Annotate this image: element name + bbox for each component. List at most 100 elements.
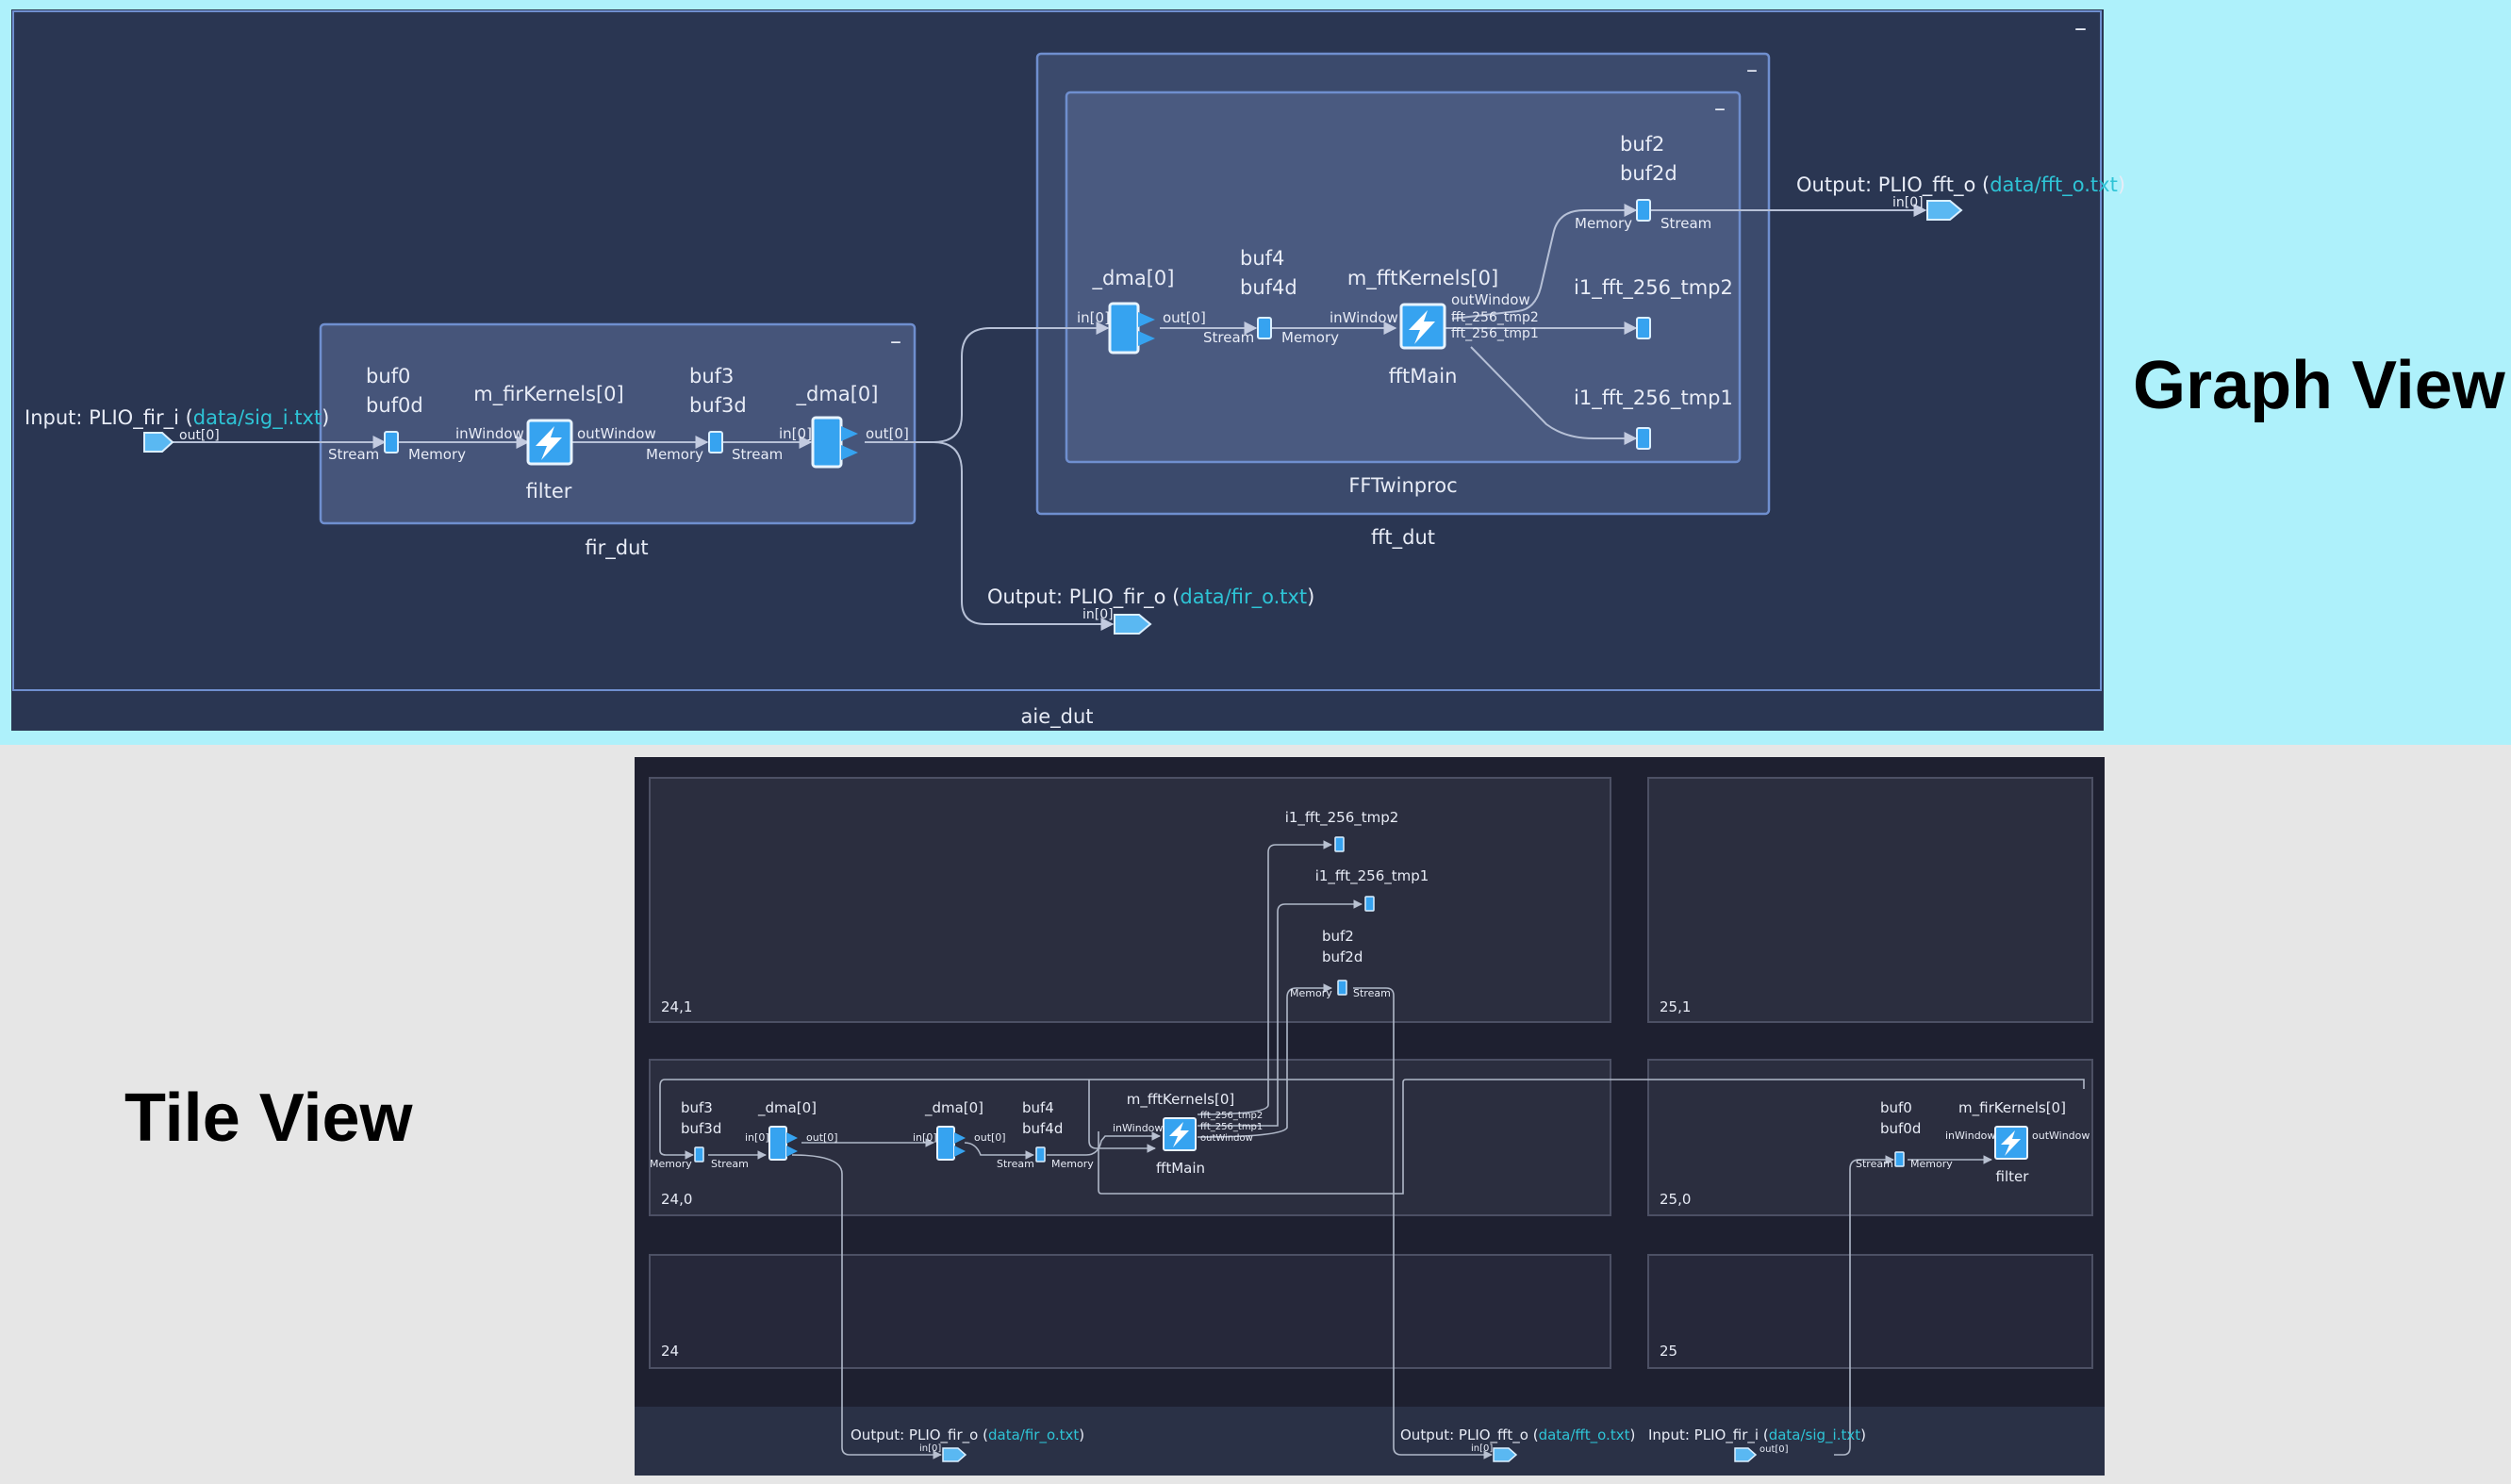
graph-fft-kernel-out1: outWindow	[1451, 291, 1530, 308]
graph-fft-kernel-name: m_fftKernels[0]	[1347, 267, 1498, 290]
tile-buf2d-name: buf2d	[1322, 948, 1363, 965]
tile-25-1[interactable]	[1647, 777, 2093, 1023]
tile-fft-kernel-func: fftMain	[1156, 1160, 1205, 1177]
tile-output-plio-fft-file-link[interactable]: data/fft_o.txt	[1539, 1426, 1630, 1444]
tile-dma1-out: out[0]	[806, 1131, 838, 1144]
tile-buf2-icon[interactable]	[1337, 980, 1347, 996]
tile-dma2-out: out[0]	[974, 1131, 1006, 1144]
graph-tmp1-name: i1_fft_256_tmp1	[1574, 387, 1733, 410]
output-plio-fir-file-link[interactable]: data/fir_o.txt	[1180, 585, 1307, 609]
tile-buf2-stream: Stream	[1353, 987, 1391, 999]
tile-dma2-in: in[0]	[913, 1131, 937, 1144]
tile-buf0-icon[interactable]	[1894, 1151, 1905, 1167]
fftwinproc-label: FFTwinproc	[1348, 474, 1457, 497]
tile-buf3-memory: Memory	[650, 1158, 692, 1170]
tile-buf3-stream: Stream	[711, 1158, 749, 1170]
tile-input-plio-fir-file-link[interactable]: data/sig_i.txt	[1769, 1426, 1861, 1444]
tile-output-plio-fir-file-link[interactable]: data/fir_o.txt	[988, 1426, 1079, 1444]
graph-buf3-stream: Stream	[732, 446, 783, 463]
fir-dut-collapse-icon[interactable]: –	[890, 328, 901, 355]
tile-buf3d-name: buf3d	[681, 1120, 721, 1137]
graph-buf3-icon[interactable]	[708, 431, 723, 453]
graph-tmp2-name: i1_fft_256_tmp2	[1574, 276, 1733, 300]
fftwinproc-collapse-icon[interactable]: –	[1714, 95, 1726, 122]
input-plio-fir-port: out[0]	[179, 428, 220, 443]
tile-fft-kernel-out3: outWindow	[1200, 1133, 1253, 1144]
graph-dma-fft-in: in[0]	[1077, 309, 1110, 326]
graph-buf4-icon[interactable]	[1257, 317, 1272, 339]
graph-buf2-name: buf2	[1620, 133, 1664, 156]
output-plio-fft-label: Output: PLIO_fft_o (data/fft_o.txt)	[1796, 173, 2125, 197]
graph-dma-fir-name: _dma[0]	[796, 383, 879, 406]
diagram-canvas: – aie_dut Graph View – fir_dut – fft_dut…	[0, 0, 2511, 1484]
tile-buf0-stream: Stream	[1856, 1158, 1893, 1170]
tile-buf0-memory: Memory	[1910, 1158, 1953, 1170]
graph-dma-fir-in: in[0]	[779, 425, 812, 442]
tile-tmp1-icon[interactable]	[1364, 896, 1375, 912]
tile-fir-kernel-func: filter	[1996, 1168, 2030, 1185]
tile-24-1[interactable]	[649, 777, 1611, 1023]
tile-24-0-label: 24,0	[661, 1191, 692, 1208]
input-plio-fir-label: Input: PLIO_fir_i (data/sig_i.txt)	[25, 406, 329, 430]
tile-output-plio-fir-label: Output: PLIO_fir_o (data/fir_o.txt)	[851, 1426, 1084, 1444]
tile-buf3-icon[interactable]	[694, 1146, 704, 1162]
graph-buf2d-name: buf2d	[1620, 162, 1677, 185]
tile-dma2-icon[interactable]	[936, 1126, 955, 1161]
tile-tmp1-name: i1_fft_256_tmp1	[1315, 867, 1429, 885]
graph-buf2-icon[interactable]	[1636, 199, 1651, 222]
graph-fft-kernel-in: inWindow	[1330, 309, 1398, 326]
tile-view-heading: Tile View	[124, 1080, 414, 1156]
graph-dma-fir-icon[interactable]	[811, 416, 843, 469]
output-plio-fft-file-link[interactable]: data/fft_o.txt	[1990, 173, 2118, 197]
graph-fir-kernel-func: filter	[526, 480, 572, 503]
tile-buf4d-name: buf4d	[1022, 1120, 1063, 1137]
tile-fir-kernel-in: inWindow	[1945, 1129, 1995, 1142]
graph-buf2-memory: Memory	[1575, 215, 1632, 232]
aie-dut-label: aie_dut	[1021, 705, 1094, 729]
tile-input-plio-fir-port: out[0]	[1759, 1444, 1789, 1455]
tile-buf2-memory: Memory	[1290, 987, 1332, 999]
tile-buf4-icon[interactable]	[1035, 1146, 1046, 1162]
graph-tmp1-icon[interactable]	[1636, 427, 1651, 450]
fft-dut-collapse-icon[interactable]: –	[1746, 57, 1758, 83]
graph-dma-fft-name: _dma[0]	[1092, 267, 1175, 290]
tile-buf4-memory: Memory	[1051, 1158, 1094, 1170]
graph-buf4-name: buf4	[1240, 247, 1284, 270]
graph-buf4-memory: Memory	[1281, 329, 1339, 346]
tile-output-plio-fft-port: in[0]	[1471, 1443, 1493, 1454]
tile-buf4-name: buf4	[1022, 1099, 1054, 1116]
tile-buf0d-name: buf0d	[1880, 1120, 1921, 1137]
graph-dma-fir-out: out[0]	[866, 425, 909, 442]
input-plio-fir-file-link[interactable]: data/sig_i.txt	[193, 406, 322, 430]
graph-tmp2-icon[interactable]	[1636, 317, 1651, 339]
graph-buf0-icon[interactable]	[384, 431, 399, 453]
tile-buf0-name: buf0	[1880, 1099, 1912, 1116]
graph-fft-kernel-func: fftMain	[1389, 365, 1458, 387]
graph-fir-kernel-in: inWindow	[455, 425, 524, 442]
graph-buf0-stream: Stream	[328, 446, 379, 463]
tile-buf3-name: buf3	[681, 1099, 713, 1116]
tile-grid	[649, 777, 2093, 1369]
graph-dma-fft-icon[interactable]	[1108, 302, 1140, 355]
tile-buf2-name: buf2	[1322, 928, 1354, 945]
graph-buf0d-name: buf0d	[366, 394, 423, 417]
graph-buf0-memory: Memory	[408, 446, 466, 463]
tile-dma1-in: in[0]	[745, 1131, 769, 1144]
tile-24[interactable]	[649, 1254, 1611, 1369]
tile-dma1-icon[interactable]	[768, 1126, 787, 1161]
tile-fir-kernel-out: outWindow	[2032, 1129, 2090, 1142]
output-plio-fft-port: in[0]	[1892, 195, 1924, 210]
tile-output-plio-fir-port: in[0]	[919, 1443, 941, 1454]
graph-buf4-stream: Stream	[1203, 329, 1254, 346]
tile-fir-kernel-name: m_firKernels[0]	[1958, 1099, 2066, 1117]
aie-dut-collapse-icon[interactable]: –	[2074, 14, 2087, 42]
tile-fft-kernel-name: m_fftKernels[0]	[1127, 1091, 1235, 1109]
tile-25[interactable]	[1647, 1254, 2093, 1369]
output-plio-fir-port: in[0]	[1082, 607, 1114, 622]
tile-fft-kernel-in: inWindow	[1113, 1122, 1163, 1134]
tile-tmp2-icon[interactable]	[1334, 836, 1345, 852]
graph-fft-kernel-out2: fft_256_tmp2	[1451, 310, 1539, 325]
tile-fft-kernel-out2: fft_256_tmp1	[1200, 1122, 1263, 1132]
graph-buf4d-name: buf4d	[1240, 276, 1297, 299]
fft-dut-label: fft_dut	[1371, 526, 1435, 550]
